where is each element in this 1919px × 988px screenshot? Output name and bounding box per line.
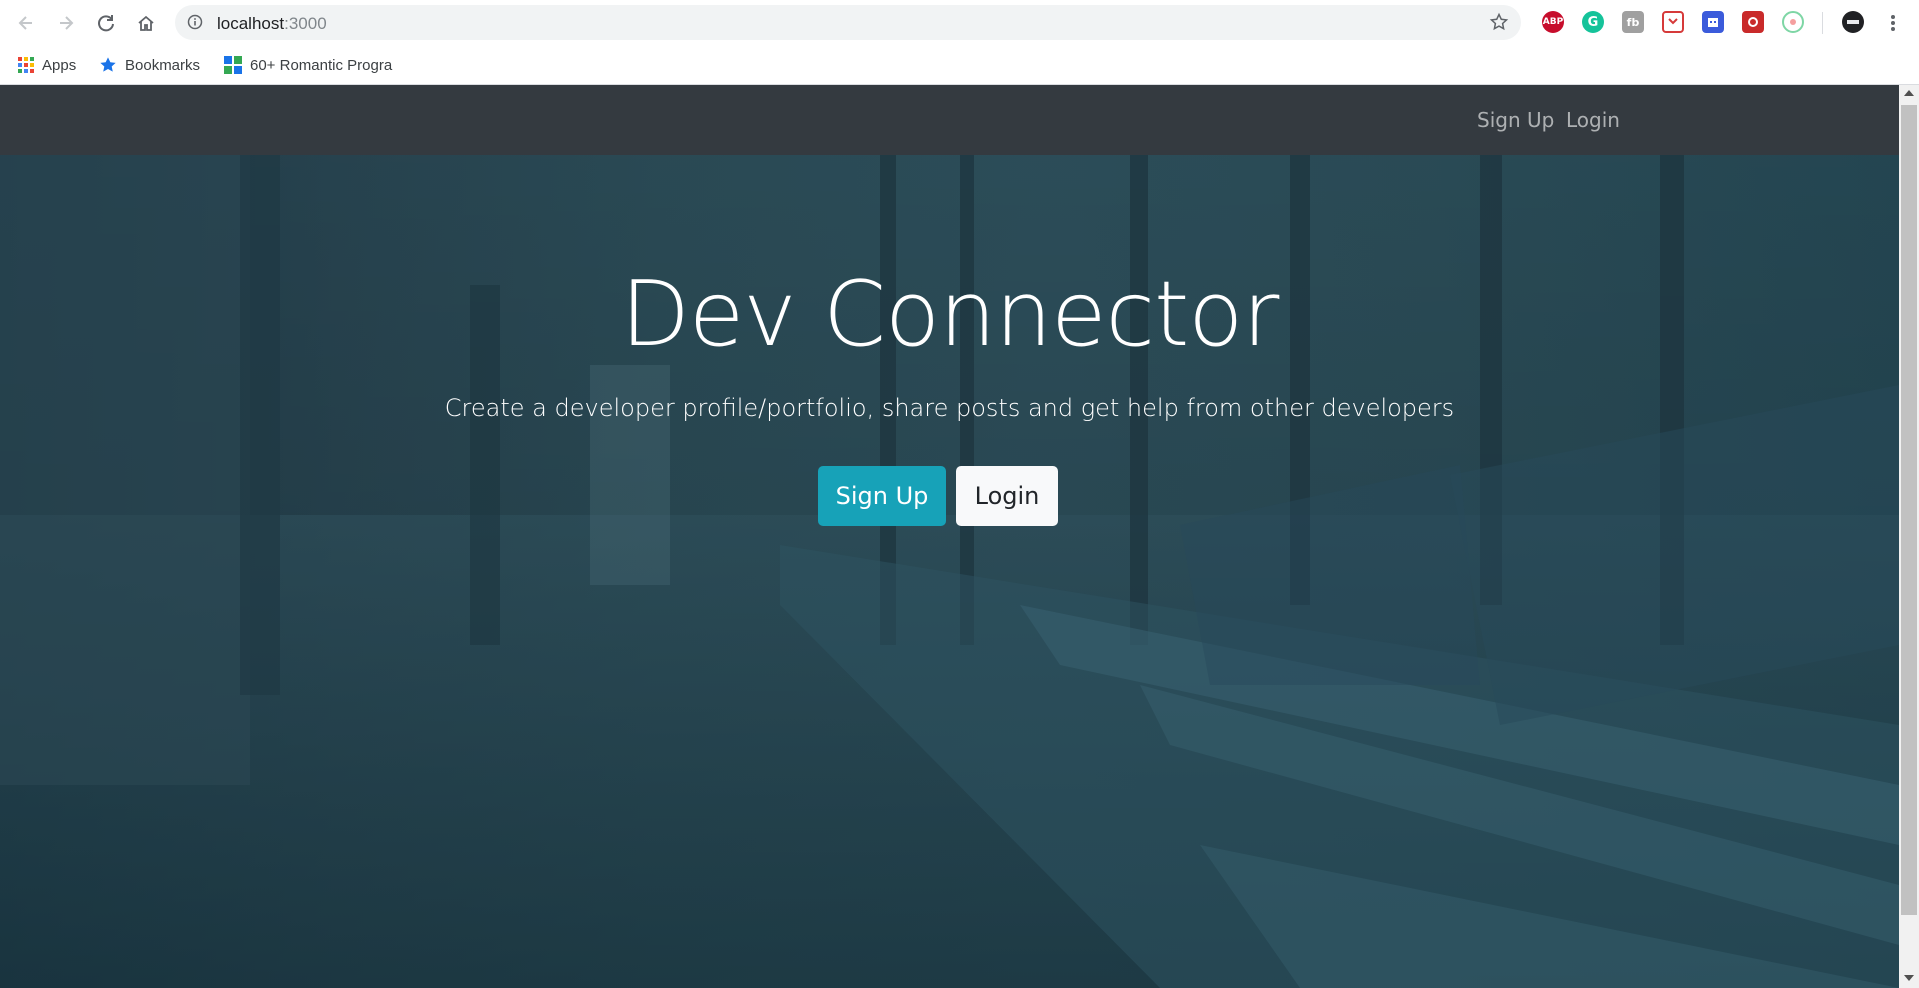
site-navbar: Sign Up Login	[0, 85, 1899, 155]
site-info-icon[interactable]	[187, 14, 203, 35]
timer-extension-icon[interactable]	[1782, 11, 1804, 33]
more-vert-icon	[1891, 15, 1895, 31]
bookmark-label: 60+ Romantic Progra	[250, 56, 393, 74]
fb-extension-icon[interactable]: fb	[1622, 11, 1644, 33]
bookmark-bookmarks[interactable]: Bookmarks	[99, 54, 200, 76]
url-text[interactable]: localhost:3000	[217, 14, 327, 34]
nav-login-link[interactable]: Login	[1566, 108, 1620, 132]
adblock-extension-icon[interactable]: ABP	[1542, 11, 1564, 33]
apps-grid-icon	[18, 57, 34, 73]
browser-toolbar: localhost:3000 ABP G fb	[0, 0, 1919, 46]
hero-lead-text: Create a developer profile/portfolio, sh…	[444, 394, 1455, 422]
grid-bookmark-icon	[224, 56, 242, 74]
grammarly-extension-icon[interactable]: G	[1582, 11, 1604, 33]
pocket-extension-icon[interactable]	[1662, 11, 1684, 33]
menu-button[interactable]	[1880, 10, 1906, 36]
address-bar[interactable]: localhost:3000	[175, 5, 1521, 40]
calendar-extension-icon[interactable]	[1702, 11, 1724, 33]
bookmark-romantic[interactable]: 60+ Romantic Progra	[224, 54, 392, 76]
star-icon	[100, 57, 116, 72]
forward-button[interactable]	[53, 10, 79, 36]
screenshot-extension-icon[interactable]	[1742, 11, 1764, 33]
hero-background-image	[0, 85, 1899, 988]
back-button[interactable]	[13, 10, 39, 36]
fb-label: fb	[1626, 15, 1640, 29]
bookmark-label: Apps	[42, 56, 77, 74]
toolbar-divider	[1822, 12, 1823, 34]
hero-login-button[interactable]: Login	[956, 466, 1058, 526]
page-scrollbar[interactable]	[1899, 85, 1919, 988]
home-icon	[138, 15, 154, 31]
bookmark-star-icon[interactable]	[1489, 12, 1509, 37]
back-arrow-icon	[18, 16, 32, 30]
page-viewport: Sign Up Login Dev Connector Create a dev…	[0, 85, 1899, 988]
forward-arrow-icon	[60, 16, 74, 30]
bookmark-label: Bookmarks	[125, 56, 201, 74]
adblock-label: ABP	[1542, 17, 1564, 27]
scroll-thumb[interactable]	[1901, 105, 1917, 915]
hero-title: Dev Connector	[620, 262, 1280, 367]
hero-signup-button[interactable]: Sign Up	[818, 466, 946, 526]
reload-icon	[98, 15, 114, 32]
bookmark-apps[interactable]: Apps	[18, 54, 76, 76]
reload-button[interactable]	[93, 10, 119, 36]
url-host: localhost	[217, 14, 285, 33]
scroll-down-arrow-icon[interactable]	[1904, 975, 1914, 981]
bookmarks-bar: Apps Bookmarks 60+ Romantic Progra	[0, 46, 1919, 85]
grammarly-label: G	[1587, 14, 1599, 30]
nav-signup-link[interactable]: Sign Up	[1477, 108, 1554, 132]
url-port: :3000	[284, 14, 327, 33]
profile-avatar[interactable]	[1842, 11, 1864, 33]
home-button[interactable]	[133, 10, 159, 36]
scroll-up-arrow-icon[interactable]	[1904, 90, 1914, 96]
hallway-photo	[0, 85, 1899, 988]
